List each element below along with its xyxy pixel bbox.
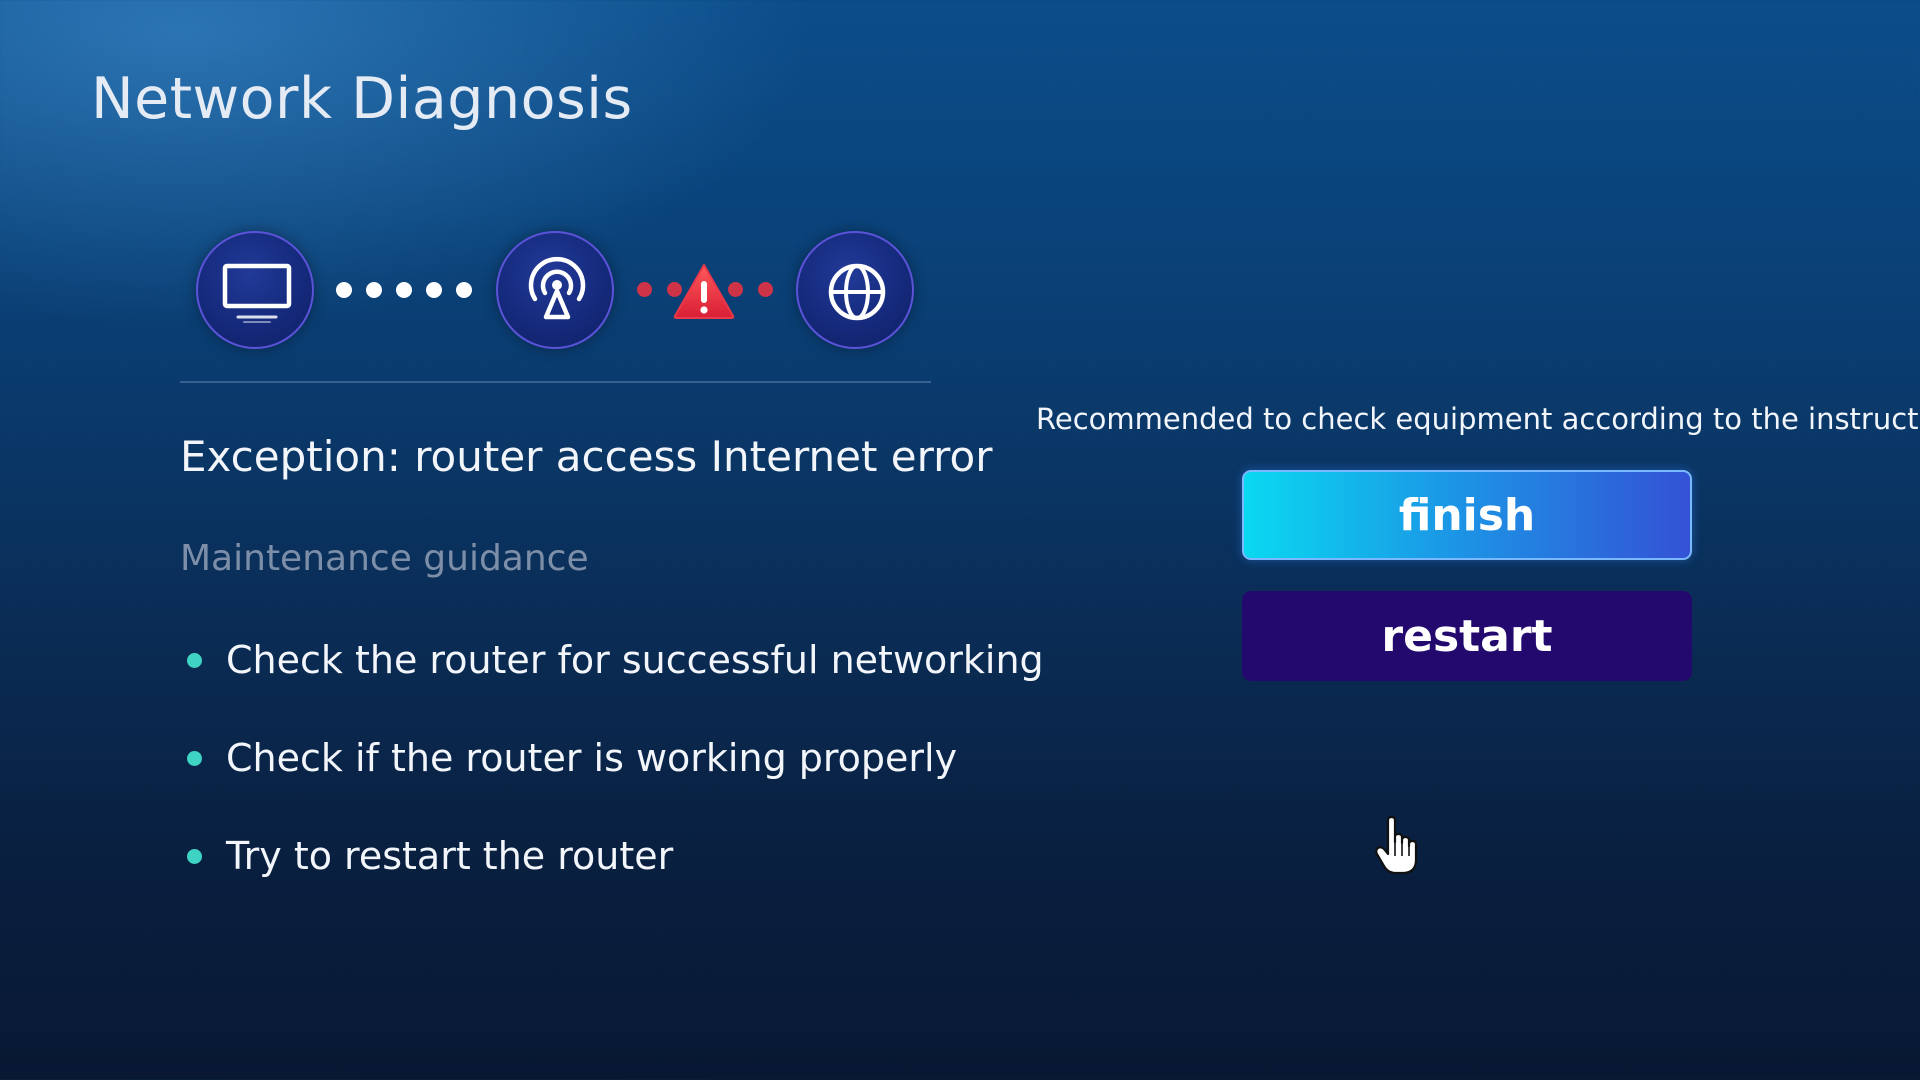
router-icon bbox=[528, 256, 586, 320]
guidance-list: Check the router for successful networki… bbox=[180, 636, 1044, 930]
exception-message: Exception: router access Internet error bbox=[180, 432, 993, 481]
bullet-icon bbox=[187, 653, 202, 668]
list-item: Try to restart the router bbox=[180, 832, 1044, 930]
divider bbox=[180, 381, 931, 383]
restart-button[interactable]: restart bbox=[1242, 591, 1692, 681]
warning-icon bbox=[673, 264, 735, 319]
finish-button[interactable]: finish bbox=[1242, 470, 1692, 560]
list-item: Check the router for successful networki… bbox=[180, 636, 1044, 734]
bullet-icon bbox=[187, 849, 202, 864]
tv-icon bbox=[222, 263, 292, 323]
connection-ok-dots bbox=[336, 282, 476, 298]
globe-icon bbox=[828, 263, 886, 321]
tv-node bbox=[196, 231, 314, 349]
internet-node bbox=[796, 231, 914, 349]
router-node bbox=[496, 231, 614, 349]
bullet-icon bbox=[187, 751, 202, 766]
hand-pointer-icon bbox=[1375, 816, 1418, 875]
guidance-text: Try to restart the router bbox=[226, 834, 674, 878]
list-item: Check if the router is working properly bbox=[180, 734, 1044, 832]
guidance-heading: Maintenance guidance bbox=[180, 538, 589, 579]
guidance-text: Check the router for successful networki… bbox=[226, 638, 1044, 682]
page-title: Network Diagnosis bbox=[91, 66, 633, 132]
recommendation-text: Recommended to check equipment according… bbox=[1036, 402, 1920, 436]
guidance-text: Check if the router is working properly bbox=[226, 736, 958, 780]
